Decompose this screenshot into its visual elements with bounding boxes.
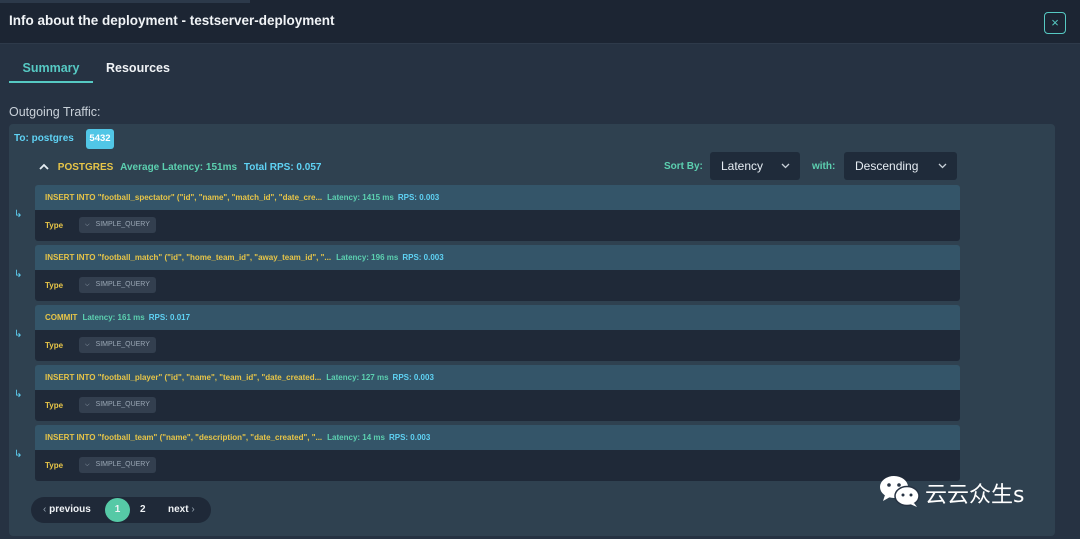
chevron-down-icon: ⌵ <box>85 282 90 288</box>
tab-summary[interactable]: Summary <box>9 58 93 83</box>
query-header[interactable]: INSERT INTO "football_spectator" ("id", … <box>35 185 960 210</box>
query-type-label: Type <box>45 221 64 230</box>
query-latency: Latency: 127 ms <box>326 373 389 382</box>
chevron-down-icon <box>781 152 790 180</box>
query-header[interactable]: COMMIT Latency: 161 ms RPS: 0.017 <box>35 305 960 330</box>
sort-order-value: Descending <box>855 159 919 173</box>
chevron-up-icon[interactable] <box>39 162 49 173</box>
chevron-right-icon: › <box>188 504 195 515</box>
query-header[interactable]: INSERT INTO "football_match" ("id", "hom… <box>35 245 960 270</box>
sort-by-value: Latency <box>721 159 764 173</box>
query-item[interactable]: ↳ INSERT INTO "football_match" ("id", "h… <box>14 245 960 301</box>
chevron-down-icon: ⌵ <box>85 402 90 408</box>
query-type-value: SIMPLE_QUERY <box>95 221 150 228</box>
query-text: INSERT INTO "football_team" ("name", "de… <box>45 433 323 442</box>
query-type-label: Type <box>45 341 64 350</box>
query-rps: RPS: 0.003 <box>397 193 440 202</box>
close-button[interactable]: × <box>1044 12 1066 34</box>
query-text: COMMIT <box>45 313 78 322</box>
modal-header: Info about the deployment - testserver-d… <box>0 0 1080 44</box>
watermark-text: 云云众生s <box>925 483 1025 508</box>
query-rps: RPS: 0.003 <box>388 433 431 442</box>
query-latency: Latency: 161 ms <box>82 313 145 322</box>
page-1-button[interactable]: 1 <box>105 498 130 522</box>
query-item[interactable]: ↳ INSERT INTO "football_spectator" ("id"… <box>14 185 960 241</box>
query-latency: Latency: 196 ms <box>336 253 399 262</box>
return-arrow-icon: ↳ <box>14 329 23 340</box>
return-arrow-icon: ↳ <box>14 269 23 280</box>
query-latency: Latency: 1415 ms <box>327 193 394 202</box>
group-header[interactable]: POSTGRES Average Latency: 151ms Total RP… <box>39 162 321 173</box>
query-item[interactable]: ↳ INSERT INTO "football_team" ("name", "… <box>14 425 960 481</box>
close-icon: × <box>1051 15 1059 30</box>
query-rps: RPS: 0.003 <box>402 253 444 262</box>
modal-title: Info about the deployment - testserver-d… <box>9 13 335 28</box>
target-label: To: postgres <box>14 133 74 144</box>
query-details: Type ⌵ SIMPLE_QUERY <box>35 210 960 241</box>
query-type-label: Type <box>45 401 64 410</box>
previous-page-button[interactable]: ‹ previous <box>43 497 91 523</box>
query-text: INSERT INTO "football_match" ("id", "hom… <box>45 253 332 262</box>
query-type-chip[interactable]: ⌵ SIMPLE_QUERY <box>79 397 156 413</box>
query-latency: Latency: 14 ms <box>327 433 385 442</box>
query-text: INSERT INTO "football_spectator" ("id", … <box>45 193 323 202</box>
chevron-down-icon: ⌵ <box>85 462 90 468</box>
query-type-value: SIMPLE_QUERY <box>95 461 150 468</box>
query-type-chip[interactable]: ⌵ SIMPLE_QUERY <box>79 217 156 233</box>
outgoing-traffic-label: Outgoing Traffic: <box>9 105 101 119</box>
group-total-rps: Total RPS: 0.057 <box>243 162 322 173</box>
return-arrow-icon: ↳ <box>14 209 23 220</box>
chevron-down-icon: ⌵ <box>85 342 90 348</box>
header-decoration <box>0 0 250 3</box>
tab-resources[interactable]: Resources <box>106 58 170 82</box>
query-type-label: Type <box>45 461 64 470</box>
query-type-value: SIMPLE_QUERY <box>95 341 150 348</box>
pagination: ‹ previous 1 2 next › <box>31 497 211 523</box>
query-type-chip[interactable]: ⌵ SIMPLE_QUERY <box>79 277 156 293</box>
next-label: next <box>168 504 189 515</box>
chevron-down-icon <box>938 152 947 180</box>
query-header[interactable]: INSERT INTO "football_player" ("id", "na… <box>35 365 960 390</box>
query-type-value: SIMPLE_QUERY <box>95 401 150 408</box>
port-badge: 5432 <box>86 129 114 149</box>
return-arrow-icon: ↳ <box>14 449 23 460</box>
previous-label: previous <box>49 504 91 515</box>
query-type-label: Type <box>45 281 64 290</box>
query-header[interactable]: INSERT INTO "football_team" ("name", "de… <box>35 425 960 450</box>
sort-with-label: with: <box>812 161 836 172</box>
query-details: Type ⌵ SIMPLE_QUERY <box>35 330 960 361</box>
sort-order-select[interactable]: Descending <box>844 152 957 180</box>
query-type-chip[interactable]: ⌵ SIMPLE_QUERY <box>79 337 156 353</box>
return-arrow-icon: ↳ <box>14 389 23 400</box>
query-rps: RPS: 0.017 <box>148 313 191 322</box>
chevron-down-icon: ⌵ <box>85 222 90 228</box>
wechat-icon <box>880 476 920 507</box>
query-details: Type ⌵ SIMPLE_QUERY <box>35 270 960 301</box>
next-page-button[interactable]: next › <box>168 497 195 523</box>
page-2-button[interactable]: 2 <box>140 497 146 523</box>
query-details: Type ⌵ SIMPLE_QUERY <box>35 450 960 481</box>
query-text: INSERT INTO "football_player" ("id", "na… <box>45 373 322 382</box>
query-type-value: SIMPLE_QUERY <box>95 281 150 288</box>
group-name: POSTGRES <box>57 162 114 173</box>
query-item[interactable]: ↳ INSERT INTO "football_player" ("id", "… <box>14 365 960 421</box>
query-details: Type ⌵ SIMPLE_QUERY <box>35 390 960 421</box>
group-average-latency: Average Latency: 151ms <box>120 162 238 173</box>
query-rps: RPS: 0.003 <box>392 373 434 382</box>
sort-by-label: Sort By: <box>664 161 703 172</box>
sort-by-select[interactable]: Latency <box>710 152 800 180</box>
query-item[interactable]: ↳ COMMIT Latency: 161 ms RPS: 0.017 Type ⌵… <box>14 305 960 361</box>
query-type-chip[interactable]: ⌵ SIMPLE_QUERY <box>79 457 156 473</box>
